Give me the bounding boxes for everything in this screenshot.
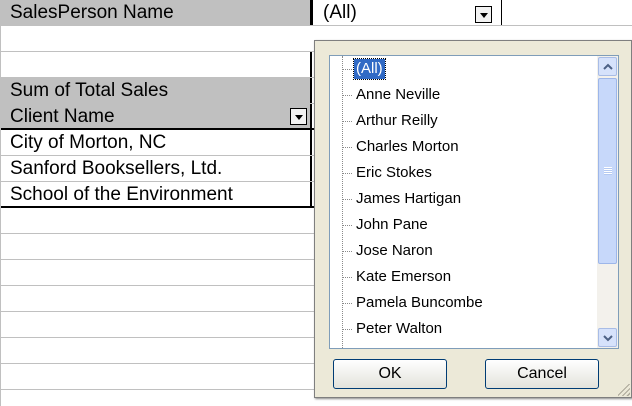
resize-grip-icon[interactable]: [618, 384, 630, 396]
page-field-label[interactable]: SalesPerson Name: [0, 0, 312, 25]
filter-item[interactable]: James Hartigan: [330, 186, 594, 212]
filter-item-label: Peter Walton: [356, 320, 443, 337]
filter-item[interactable]: Eric Stokes: [330, 160, 594, 186]
empty-cell[interactable]: [0, 260, 312, 285]
page-field-value[interactable]: (All): [312, 0, 502, 25]
empty-cell[interactable]: [0, 286, 312, 311]
filter-item[interactable]: Pamela Buncombe: [330, 290, 594, 316]
empty-cell[interactable]: [0, 338, 312, 363]
page-field-value-text: (All): [323, 2, 357, 23]
filter-item[interactable]: Arthur Reilly: [330, 108, 594, 134]
grip-icon: [604, 167, 612, 175]
filter-item-label: Eric Stokes: [356, 164, 432, 181]
filter-item-label: Arthur Reilly: [356, 112, 438, 129]
client-name-cell[interactable]: School of the Environment: [0, 182, 312, 206]
empty-cell[interactable]: [0, 208, 312, 233]
empty-cell[interactable]: [0, 52, 312, 77]
filter-item-label: Kate Emerson: [356, 268, 452, 285]
filter-item-label: John Pane: [356, 216, 428, 233]
filter-item-list[interactable]: (All) Anne Neville Arthur Reilly Charles…: [329, 55, 619, 349]
empty-cell[interactable]: [0, 26, 312, 51]
data-field-label[interactable]: Sum of Total Sales: [0, 78, 312, 103]
row-field-dropdown-button[interactable]: [290, 108, 307, 125]
filter-item[interactable]: (All): [330, 56, 594, 82]
vertical-scrollbar[interactable]: [597, 56, 618, 348]
filter-item[interactable]: Charles Morton: [330, 134, 594, 160]
client-name-cell[interactable]: City of Morton, NC: [0, 130, 312, 155]
cancel-button[interactable]: Cancel: [485, 359, 599, 389]
empty-cell[interactable]: [0, 312, 312, 337]
filter-item[interactable]: Peter Walton: [330, 316, 594, 342]
filter-item-label: Anne Neville: [356, 86, 441, 103]
empty-cell[interactable]: [0, 234, 312, 259]
filter-item[interactable]: Anne Neville: [330, 82, 594, 108]
filter-item-label: James Hartigan: [356, 190, 462, 207]
filter-item[interactable]: John Pane: [330, 212, 594, 238]
filter-item-label: (All): [353, 58, 386, 80]
empty-cell[interactable]: [0, 364, 312, 389]
scroll-thumb[interactable]: [598, 78, 617, 264]
filter-item-label: Charles Morton: [356, 138, 459, 155]
filter-item[interactable]: Jose Naron: [330, 238, 594, 264]
chevron-down-icon: [603, 335, 613, 342]
filter-item-label: Pamela Buncombe: [356, 294, 483, 311]
chevron-up-icon: [603, 63, 613, 70]
filter-item-label: Jose Naron: [356, 242, 433, 259]
filter-item[interactable]: Kate Emerson: [330, 264, 594, 290]
client-name-cell[interactable]: Sanford Booksellers, Ltd.: [0, 156, 312, 181]
grid-left-border: [0, 0, 1, 406]
page-field-dropdown-button[interactable]: [475, 6, 492, 23]
page-field-row: SalesPerson Name (All): [0, 0, 632, 26]
ok-button[interactable]: OK: [333, 359, 447, 389]
filter-popup: (All) Anne Neville Arthur Reilly Charles…: [314, 40, 632, 398]
empty-cell[interactable]: [502, 0, 632, 25]
scroll-down-button[interactable]: [598, 328, 617, 347]
row-field-label[interactable]: Client Name: [0, 104, 312, 128]
scroll-up-button[interactable]: [598, 57, 617, 76]
